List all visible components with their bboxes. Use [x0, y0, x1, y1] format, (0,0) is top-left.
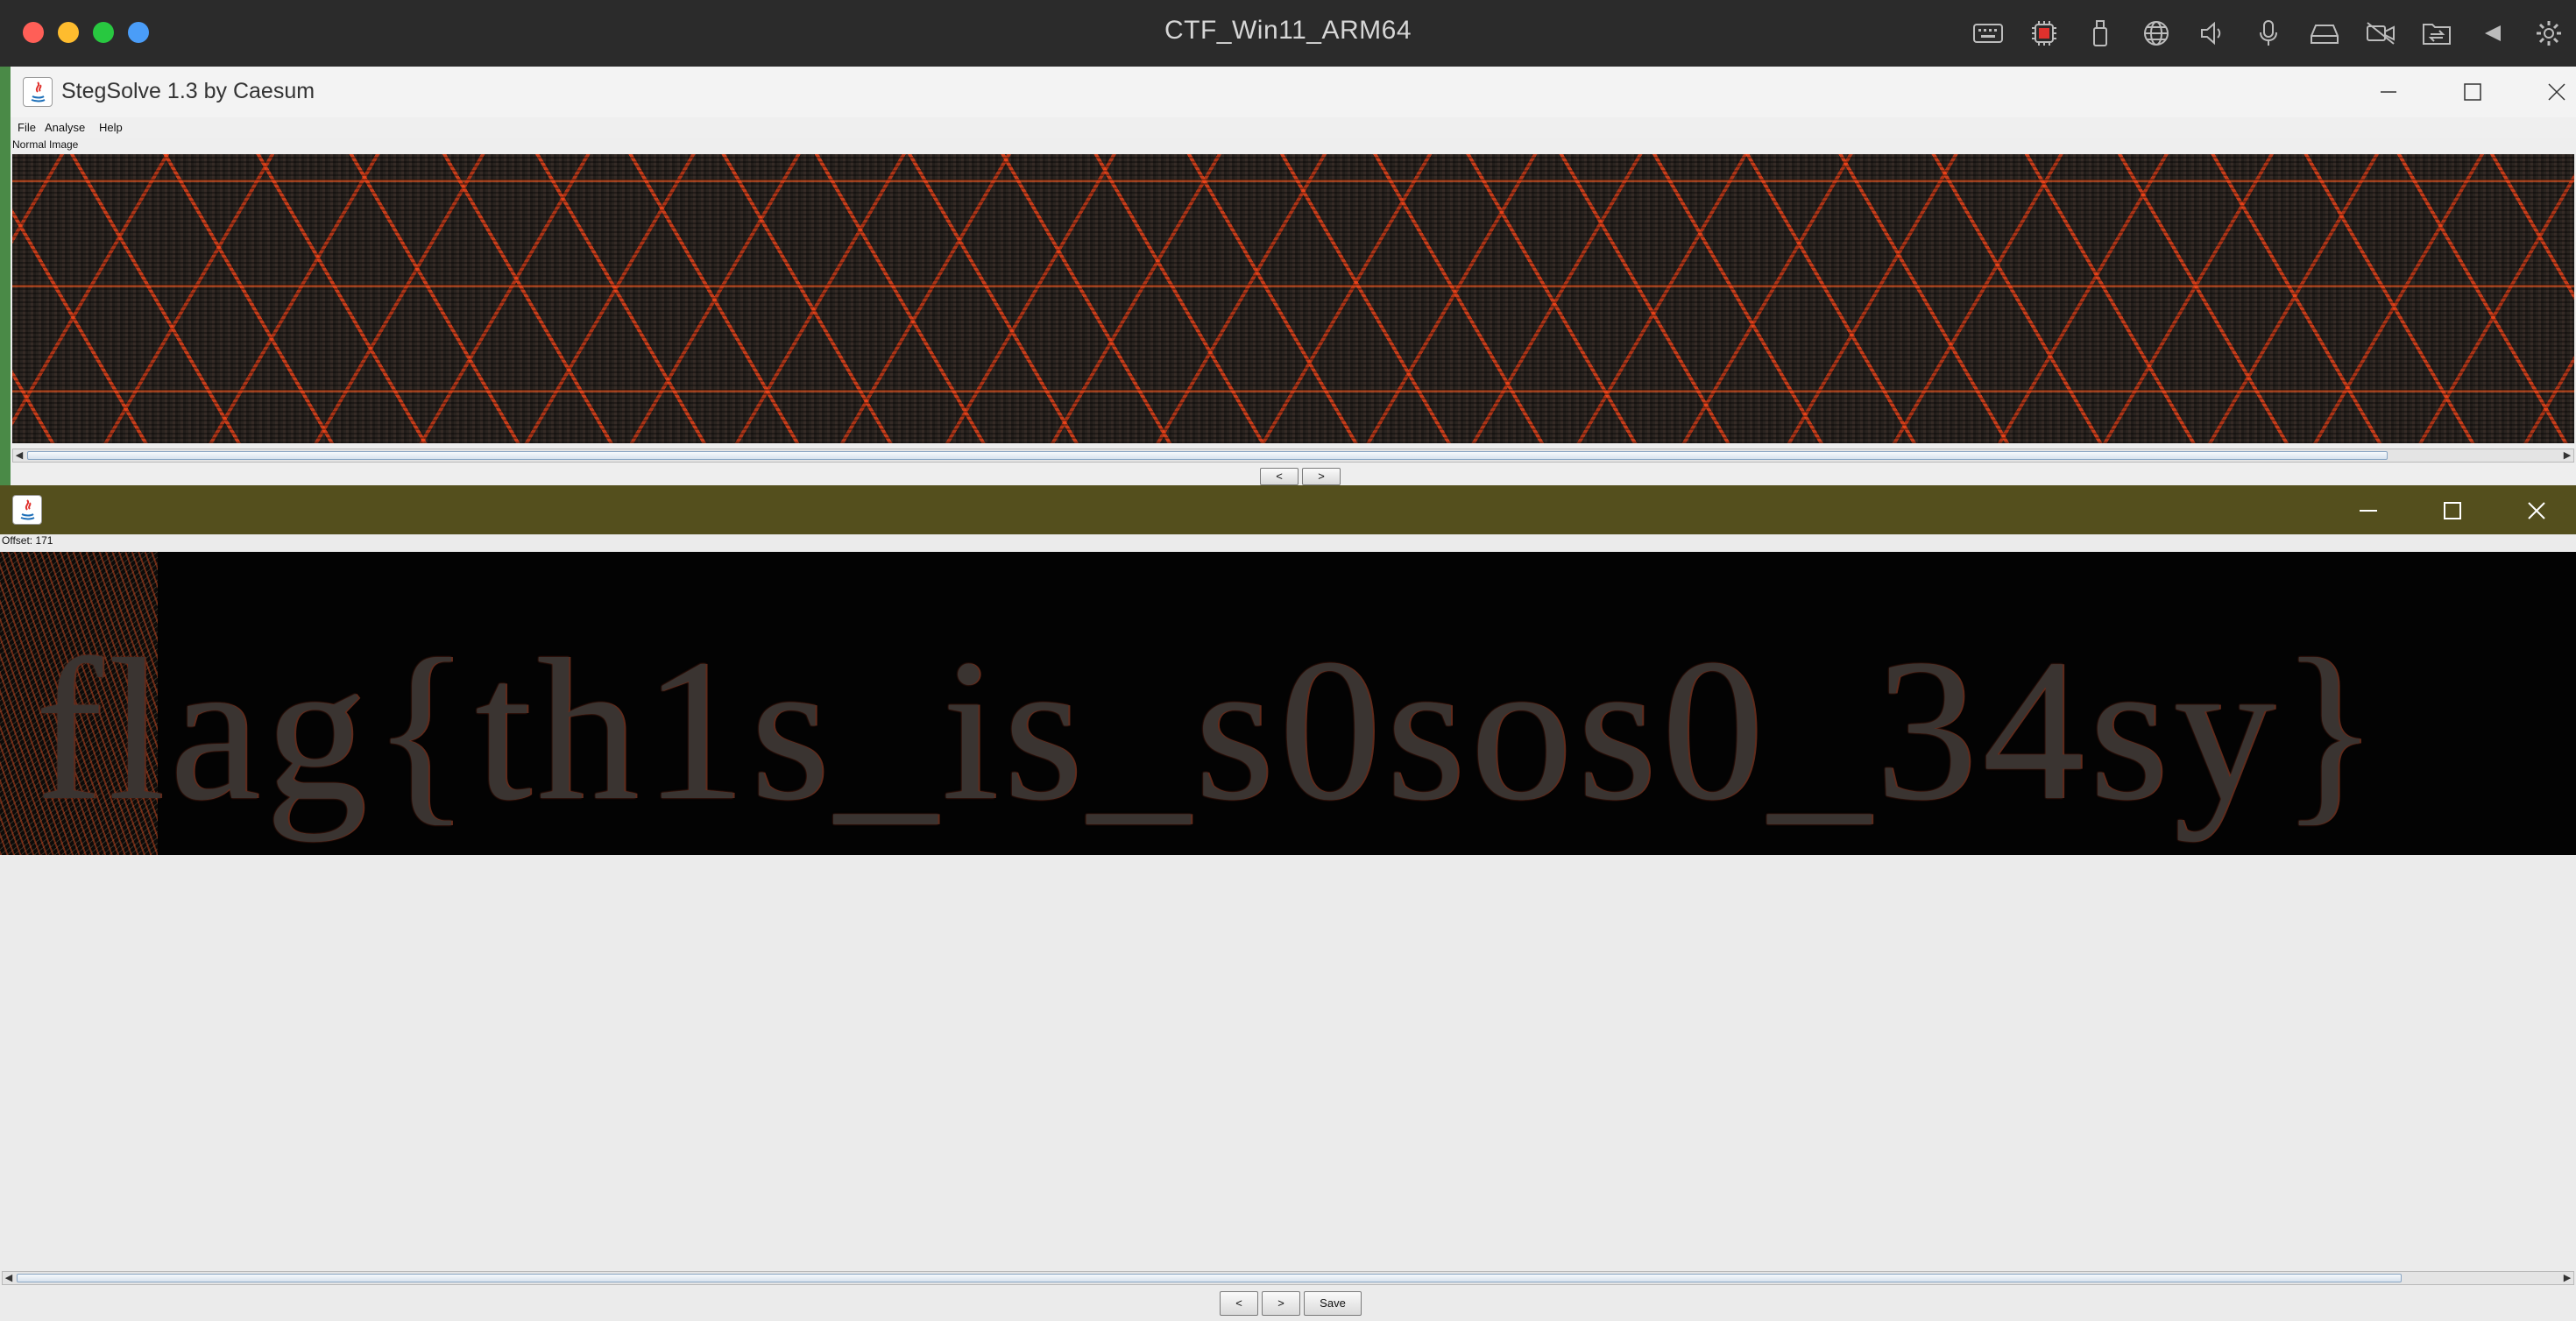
volume-icon[interactable]: [2197, 18, 2227, 48]
prev-offset-button[interactable]: <: [1220, 1291, 1258, 1316]
scroll-left-arrow[interactable]: ◀: [3, 1272, 15, 1284]
java-app-icon: [12, 495, 42, 525]
menu-analyse[interactable]: Analyse: [45, 121, 85, 134]
minimize-button[interactable]: [2369, 77, 2408, 107]
java-app-icon: [23, 77, 53, 107]
network-icon[interactable]: [2141, 18, 2171, 48]
shared-folder-icon[interactable]: [2422, 18, 2452, 48]
save-button[interactable]: Save: [1304, 1291, 1362, 1316]
hidden-flag-text: flag{th1s_is_s0sos0_34sy}: [35, 618, 2384, 843]
maximize-button[interactable]: [2431, 494, 2474, 527]
image-mode-label: Normal Image: [12, 138, 79, 151]
stereogram-title-bar: [0, 485, 2576, 534]
minimize-button[interactable]: [2346, 494, 2390, 527]
stereogram-result-image: flag{th1s_is_s0sos0_34sy}: [0, 552, 2576, 855]
maximize-button[interactable]: [2453, 77, 2492, 107]
cpu-icon[interactable]: [2029, 18, 2059, 48]
menu-bar: File Analyse Help: [11, 117, 2576, 138]
image-horizontal-scrollbar[interactable]: ◀ ▶: [12, 449, 2574, 463]
microphone-icon[interactable]: [2254, 18, 2283, 48]
keyboard-icon[interactable]: [1973, 18, 2003, 48]
close-button[interactable]: [2515, 494, 2558, 527]
back-icon[interactable]: [2478, 18, 2508, 48]
prev-plane-button[interactable]: <: [1260, 468, 1299, 485]
host-title-bar: CTF_Win11_ARM64: [0, 0, 2576, 67]
menu-help[interactable]: Help: [99, 121, 123, 134]
image-texture: [12, 154, 2574, 443]
scroll-left-arrow[interactable]: ◀: [13, 449, 25, 462]
close-button[interactable]: [2537, 77, 2576, 107]
scrollbar-thumb[interactable]: [27, 451, 2388, 460]
scrollbar-thumb[interactable]: [17, 1274, 2402, 1282]
window-title: StegSolve 1.3 by Caesum: [61, 79, 315, 103]
stegsolve-title-bar: StegSolve 1.3 by Caesum: [11, 67, 2576, 117]
host-toolbar: [1973, 16, 2564, 51]
usb-icon[interactable]: [2085, 18, 2115, 48]
next-offset-button[interactable]: >: [1262, 1291, 1300, 1316]
stereogram-window: Offset: 171 flag{th1s_is_s0sos0_34sy} ◀ …: [0, 485, 2576, 1321]
camera-off-icon[interactable]: [2366, 18, 2396, 48]
result-horizontal-scrollbar[interactable]: ◀ ▶: [2, 1271, 2574, 1285]
drive-icon[interactable]: [2310, 18, 2339, 48]
normal-image-view: [12, 154, 2574, 443]
offset-label: Offset: 171: [2, 534, 53, 547]
scroll-right-arrow[interactable]: ▶: [2561, 1272, 2573, 1284]
scroll-right-arrow[interactable]: ▶: [2561, 449, 2573, 462]
stegsolve-window: StegSolve 1.3 by Caesum File Analyse Hel…: [11, 67, 2576, 485]
next-plane-button[interactable]: >: [1302, 468, 1341, 485]
menu-file[interactable]: File: [18, 121, 36, 134]
settings-icon[interactable]: [2534, 18, 2564, 48]
